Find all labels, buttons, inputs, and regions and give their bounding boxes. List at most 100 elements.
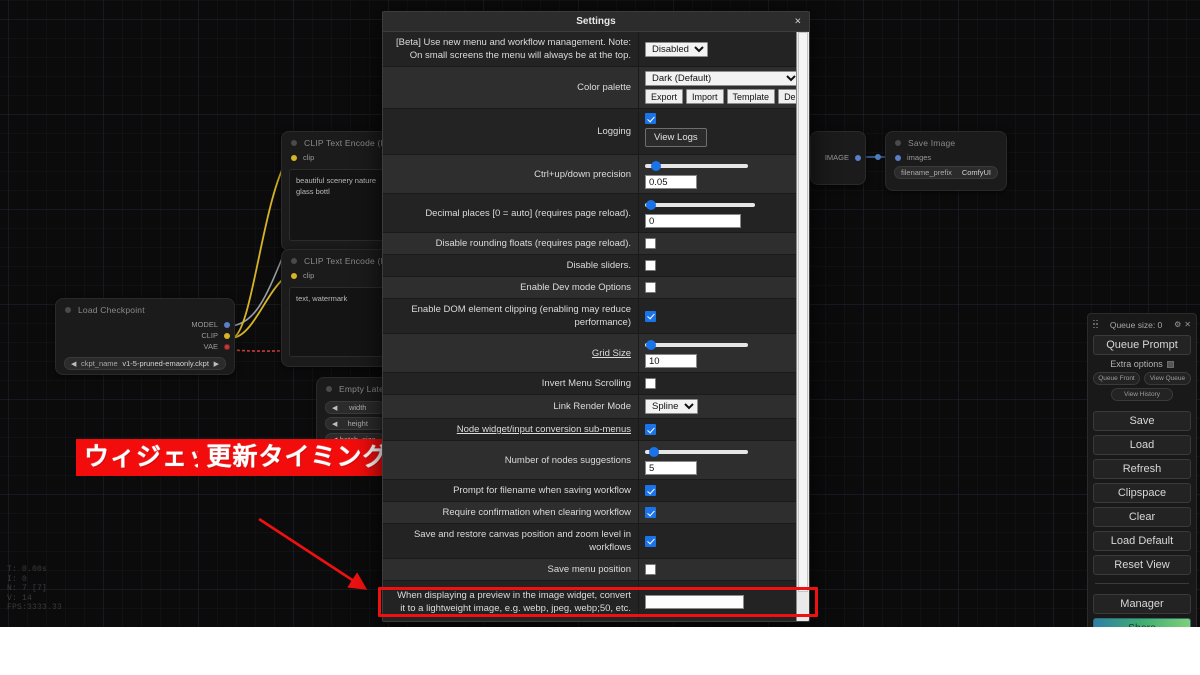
disable-sliders-checkbox[interactable] — [645, 260, 656, 271]
node-load-checkpoint[interactable]: Load Checkpoint MODEL CLIP VAE ◀ ckpt_na… — [55, 298, 235, 375]
save-canvas-position-checkbox[interactable] — [645, 535, 656, 547]
widget-filename-prefix[interactable]: filename_prefix ComfyUI — [894, 166, 998, 179]
grid-size-slider[interactable] — [645, 338, 748, 352]
load-default-button[interactable]: Load Default — [1093, 531, 1191, 551]
dev-mode-checkbox[interactable] — [645, 282, 656, 293]
queue-front-button[interactable]: Queue Front — [1093, 372, 1140, 385]
slider-track — [645, 343, 748, 347]
widget-prev-icon[interactable]: ◀ — [332, 404, 337, 412]
node-save-image[interactable]: Save Image images filename_prefix ComfyU… — [885, 131, 1007, 191]
setting-label: Decimal places [0 = auto] (requires page… — [383, 194, 639, 232]
node-output-clip[interactable]: CLIP — [56, 330, 234, 341]
node-text-input[interactable]: beautiful scenery nature glass bottl — [289, 169, 395, 241]
require-confirmation-checkbox[interactable] — [645, 507, 656, 518]
load-button[interactable]: Load — [1093, 435, 1191, 455]
slider-knob[interactable] — [646, 340, 656, 350]
gear-icon[interactable]: ⚙ — [1174, 320, 1181, 329]
save-menu-position-checkbox[interactable] — [645, 564, 656, 575]
beta-menu-select[interactable]: Disabled — [645, 41, 708, 57]
dom-clipping-checkbox[interactable] — [645, 310, 656, 322]
queue-panel[interactable]: Queue size: 0 ⚙ ✕ Queue Prompt Extra opt… — [1087, 313, 1197, 646]
setting-label: Logging — [383, 109, 639, 154]
refresh-button[interactable]: Refresh — [1093, 459, 1191, 479]
node-collapse-icon[interactable] — [326, 386, 332, 392]
settings-body: [Beta] Use new menu and workflow managem… — [383, 32, 809, 621]
setting-control — [639, 419, 796, 440]
preview-format-input[interactable] — [645, 594, 744, 609]
decimal-places-slider[interactable] — [645, 198, 755, 212]
manager-button[interactable]: Manager — [1093, 594, 1191, 614]
setting-control: Dark (Default) Export Import Template De… — [639, 67, 796, 108]
close-icon[interactable]: ✕ — [1184, 320, 1191, 329]
extra-options-row[interactable]: Extra options — [1093, 359, 1191, 369]
port-label: images — [907, 153, 932, 162]
node-collapse-icon[interactable] — [291, 140, 297, 146]
settings-title: Settings — [576, 16, 616, 27]
view-queue-button[interactable]: View Queue — [1144, 372, 1191, 385]
widget-next-icon[interactable]: ▶ — [214, 360, 219, 368]
node-vae-decode[interactable]: IMAGE — [810, 131, 866, 185]
view-logs-button[interactable]: View Logs — [645, 128, 707, 147]
settings-titlebar[interactable]: Settings × — [383, 12, 809, 32]
clipspace-button[interactable]: Clipspace — [1093, 483, 1191, 503]
node-text-input[interactable]: text, watermark — [289, 287, 395, 357]
node-collapse-icon[interactable] — [895, 140, 901, 146]
setting-row-logging: Logging View Logs — [383, 109, 796, 155]
widget-height[interactable]: ◀ height — [325, 417, 385, 430]
widget-width[interactable]: ◀ width — [325, 401, 385, 414]
link-render-mode-select[interactable]: Spline — [645, 399, 698, 414]
setting-row-disable-sliders: Disable sliders. — [383, 255, 796, 277]
grid-size-value[interactable]: 10 — [645, 354, 697, 368]
node-suggestions-slider[interactable] — [645, 445, 748, 459]
settings-scrollbar[interactable] — [796, 32, 809, 621]
queue-prompt-button[interactable]: Queue Prompt — [1093, 335, 1191, 355]
widget-ckpt-name[interactable]: ◀ ckpt_name v1-5-pruned-emaonly.ckpt ▶ — [64, 357, 226, 370]
node-text-value: beautiful scenery nature glass bottl — [296, 176, 377, 196]
palette-export-button[interactable]: Export — [645, 89, 684, 104]
save-button[interactable]: Save — [1093, 411, 1191, 431]
node-output-model[interactable]: MODEL — [56, 319, 234, 330]
queue-panel-header[interactable]: Queue size: 0 ⚙ ✕ — [1093, 318, 1191, 331]
palette-buttons: Export Import Template Delete — [645, 89, 796, 104]
palette-template-button[interactable]: Template — [726, 89, 776, 104]
setting-row-color-palette: Color palette Dark (Default) Export Impo… — [383, 67, 796, 109]
setting-control: 5 — [639, 441, 796, 479]
drag-handle-icon[interactable] — [1093, 319, 1098, 330]
extra-options-checkbox[interactable] — [1166, 360, 1174, 368]
node-output-image[interactable]: IMAGE — [811, 152, 865, 163]
slider-knob[interactable] — [651, 161, 661, 171]
widget-prev-icon[interactable]: ◀ — [332, 420, 337, 428]
setting-row-dom-clipping: Enable DOM element clipping (enabling ma… — [383, 299, 796, 334]
slider-knob[interactable] — [649, 447, 659, 457]
node-input-images[interactable]: images — [886, 152, 1006, 163]
port-label: CLIP — [201, 331, 218, 340]
port-label: clip — [303, 153, 315, 162]
view-history-button[interactable]: View History — [1111, 388, 1173, 401]
node-collapse-icon[interactable] — [65, 307, 71, 313]
port-dot-icon — [895, 154, 901, 161]
color-palette-select[interactable]: Dark (Default) — [645, 71, 796, 86]
logging-checkbox[interactable] — [645, 113, 656, 124]
setting-label: Enable DOM element clipping (enabling ma… — [383, 299, 639, 333]
palette-delete-button[interactable]: Delete — [778, 89, 796, 104]
ctrl-precision-value[interactable]: 0.05 — [645, 175, 697, 189]
conversion-submenus-checkbox[interactable] — [645, 424, 656, 435]
invert-scrolling-checkbox[interactable] — [645, 378, 656, 389]
settings-dialog[interactable]: Settings × [Beta] Use new menu and workf… — [382, 11, 810, 622]
setting-control — [639, 373, 796, 394]
clear-button[interactable]: Clear — [1093, 507, 1191, 527]
decimal-places-value[interactable]: 0 — [645, 214, 741, 228]
scrollbar-thumb[interactable] — [798, 32, 808, 592]
palette-import-button[interactable]: Import — [686, 89, 724, 104]
reset-view-button[interactable]: Reset View — [1093, 555, 1191, 575]
close-icon[interactable]: × — [795, 16, 801, 27]
node-suggestions-value[interactable]: 5 — [645, 461, 697, 475]
node-collapse-icon[interactable] — [291, 258, 297, 264]
node-output-vae[interactable]: VAE — [56, 341, 234, 352]
prompt-filename-checkbox[interactable] — [645, 485, 656, 496]
slider-knob[interactable] — [646, 200, 656, 210]
slider-track — [645, 450, 748, 454]
widget-prev-icon[interactable]: ◀ — [71, 360, 76, 368]
ctrl-precision-slider[interactable] — [645, 159, 748, 173]
disable-rounding-checkbox[interactable] — [645, 238, 656, 249]
